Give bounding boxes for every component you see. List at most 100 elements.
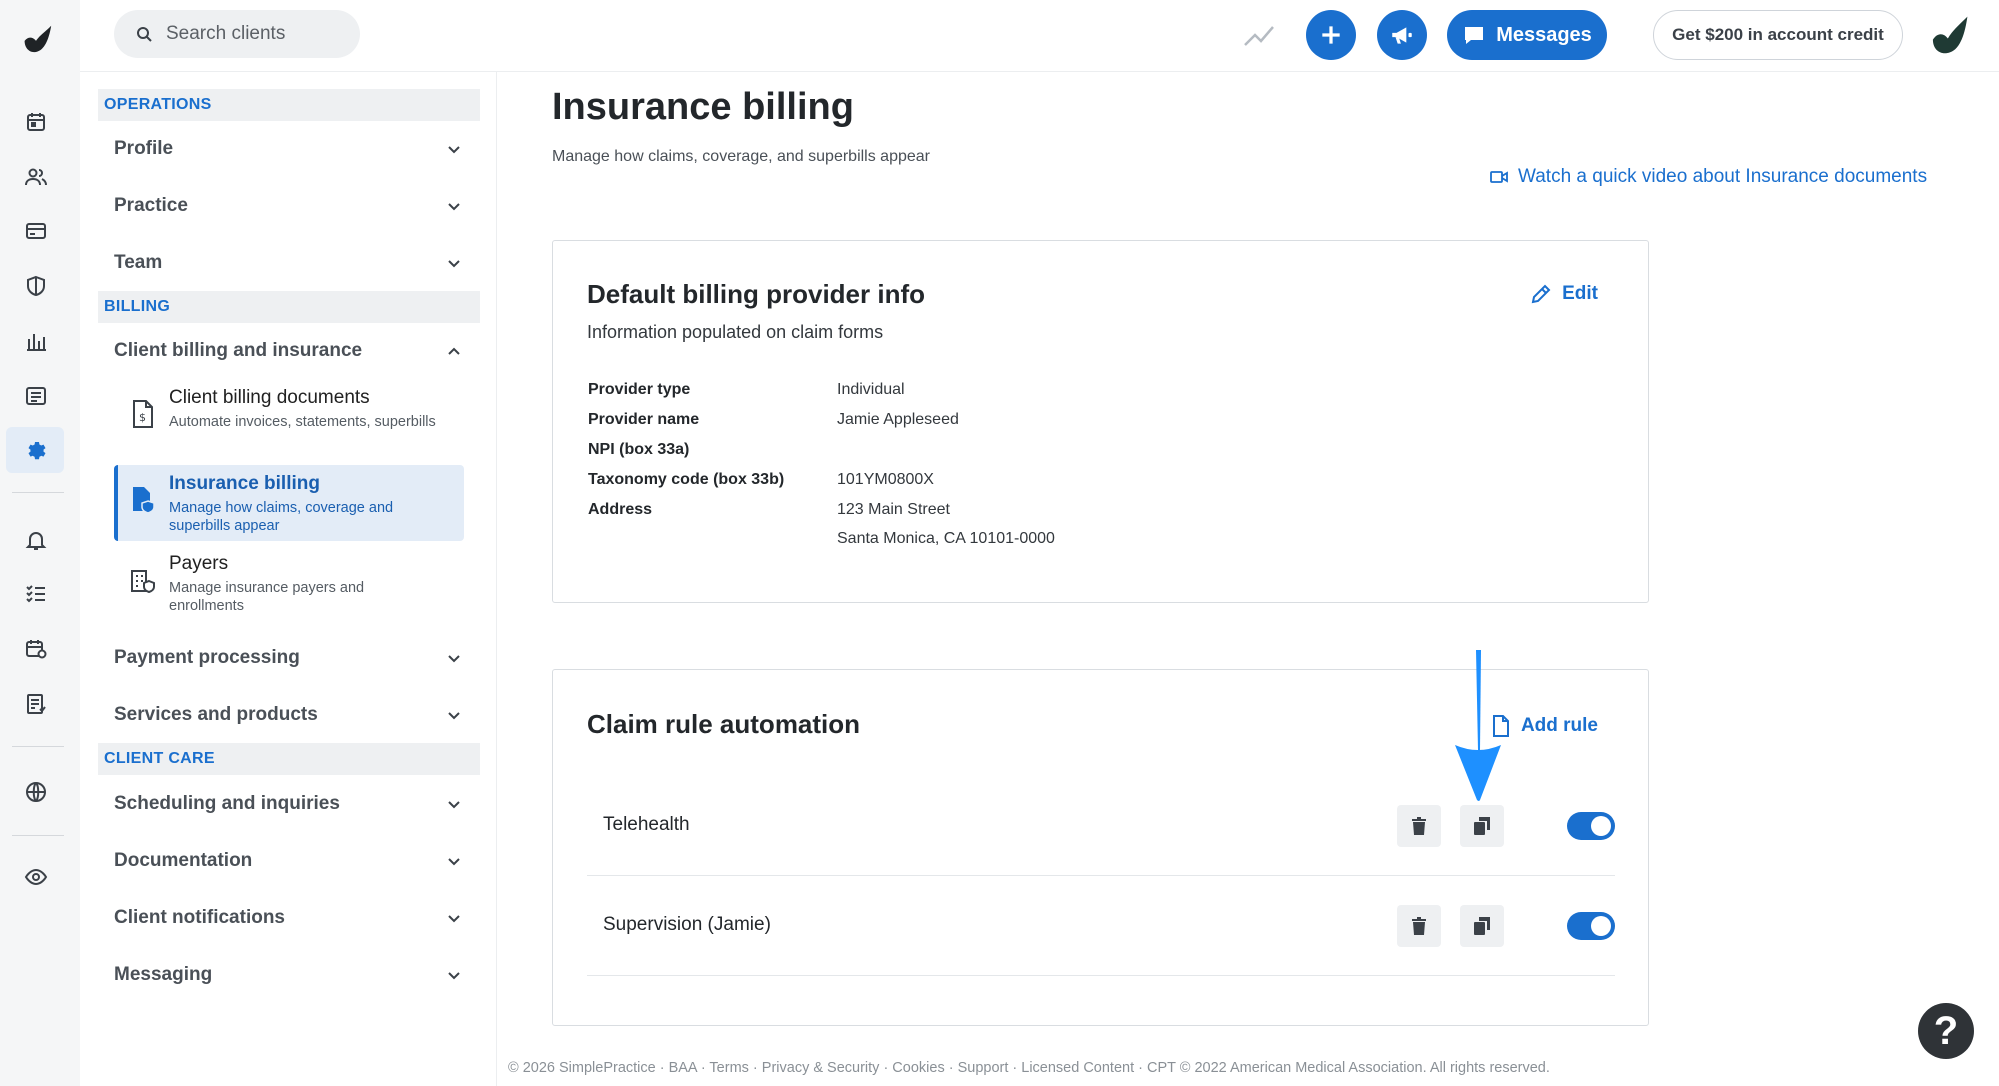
search-input[interactable]	[166, 23, 346, 45]
watch-video-link[interactable]: Watch a quick video about Insurance docu…	[1490, 166, 1927, 188]
sub-item-payers[interactable]: Payers Manage insurance payers and enrol…	[114, 545, 464, 621]
sub-item-desc: Manage how claims, coverage and superbil…	[169, 500, 394, 534]
info-value: 123 Main Street	[837, 501, 950, 518]
account-logo-icon[interactable]	[1926, 12, 1972, 58]
add-rule-label: Add rule	[1520, 715, 1598, 736]
nav-documentation-label: Documentation	[114, 850, 253, 871]
icon-rail	[0, 0, 80, 1086]
billing-card-icon[interactable]	[16, 211, 56, 251]
insurance-document-icon	[133, 487, 155, 514]
notifications-bell-icon[interactable]	[16, 520, 56, 560]
megaphone-icon	[1392, 27, 1412, 44]
info-value: Santa Monica, CA 10101-0000	[837, 530, 1055, 547]
chat-bubble-icon	[1465, 27, 1484, 44]
delete-rule-button[interactable]	[1397, 805, 1441, 847]
messages-button[interactable]: Messages	[1447, 10, 1607, 60]
info-label: Provider name	[588, 411, 700, 428]
edit-label: Edit	[1562, 283, 1598, 304]
duplicate-rule-button[interactable]	[1460, 905, 1504, 947]
trend-chart-icon[interactable]	[1242, 20, 1276, 50]
chevron-down-icon	[448, 146, 460, 154]
calendar-icon[interactable]	[16, 102, 56, 142]
notes-document-icon[interactable]	[16, 684, 56, 724]
chevron-down-icon	[448, 203, 460, 211]
info-label: NPI (box 33a)	[588, 441, 690, 458]
rule-enabled-toggle[interactable]	[1567, 912, 1615, 940]
create-button[interactable]	[1306, 10, 1356, 60]
announcements-button[interactable]	[1377, 10, 1427, 60]
sub-item-insurance-billing[interactable]: Insurance billing Manage how claims, cov…	[114, 465, 464, 541]
analytics-icon[interactable]	[16, 321, 56, 361]
insurance-shield-icon[interactable]	[16, 266, 56, 306]
rule-name: Telehealth	[603, 814, 690, 835]
calendar-settings-icon[interactable]	[16, 629, 56, 669]
info-value: Individual	[837, 381, 905, 398]
search-icon	[137, 27, 152, 42]
activity-list-icon[interactable]	[16, 376, 56, 416]
logo-icon[interactable]	[17, 20, 55, 58]
nav-documentation[interactable]: Documentation	[114, 841, 466, 881]
globe-icon[interactable]	[16, 772, 56, 812]
trash-icon	[1412, 817, 1426, 835]
nav-messaging-label: Messaging	[114, 964, 213, 985]
sub-item-client-billing-documents[interactable]: $ Client billing documents Automate invo…	[114, 379, 464, 455]
nav-scheduling-inquiries[interactable]: Scheduling and inquiries	[114, 784, 466, 824]
sub-item-desc: Automate invoices, statements, superbill…	[169, 414, 436, 430]
copy-icon	[1474, 917, 1490, 935]
settings-gear-icon[interactable]	[6, 427, 64, 473]
trash-icon	[1412, 917, 1426, 935]
chevron-up-icon	[448, 347, 460, 355]
plus-icon	[1322, 26, 1340, 44]
settings-sidebar: OPERATIONS Profile Practice Team BILLING…	[80, 72, 497, 1086]
nav-practice-label: Practice	[114, 195, 188, 216]
svg-text:$: $	[139, 411, 146, 424]
nav-practice[interactable]: Practice	[114, 186, 466, 226]
help-button[interactable]: ?	[1918, 1003, 1974, 1059]
chevron-down-icon	[448, 712, 460, 720]
nav-client-notifications[interactable]: Client notifications	[114, 898, 466, 938]
annotation-arrow-icon	[1455, 650, 1501, 801]
nav-payment-processing[interactable]: Payment processing	[114, 638, 466, 678]
search-box[interactable]	[114, 10, 360, 58]
sub-item-title: Payers	[169, 553, 229, 574]
page-title: Insurance billing	[552, 86, 854, 128]
nav-team[interactable]: Team	[114, 243, 466, 283]
rail-divider	[12, 835, 64, 836]
eye-icon[interactable]	[16, 857, 56, 897]
billing-provider-card: Default billing provider info Informatio…	[552, 240, 1649, 603]
card-subtitle: Information populated on claim forms	[587, 322, 884, 342]
chevron-down-icon	[448, 915, 460, 923]
info-label: Provider type	[588, 381, 691, 398]
section-billing: BILLING	[98, 291, 480, 323]
nav-messaging[interactable]: Messaging	[114, 955, 466, 995]
edit-provider-button[interactable]: Edit	[1530, 283, 1598, 305]
rule-row-supervision: Supervision (Jamie)	[587, 876, 1615, 976]
nav-profile-label: Profile	[114, 138, 174, 159]
sub-item-title: Insurance billing	[169, 473, 320, 494]
rail-divider	[12, 492, 64, 493]
duplicate-rule-button[interactable]	[1460, 805, 1504, 847]
nav-services-products-label: Services and products	[114, 704, 318, 725]
rule-enabled-toggle[interactable]	[1567, 812, 1615, 840]
sub-item-title: Client billing documents	[169, 387, 370, 408]
nav-payment-processing-label: Payment processing	[114, 647, 300, 668]
chevron-down-icon	[448, 655, 460, 663]
account-credit-button[interactable]: Get $200 in account credit	[1653, 10, 1903, 60]
video-camera-icon	[1490, 171, 1508, 183]
nav-profile[interactable]: Profile	[114, 129, 466, 169]
info-label: Taxonomy code (box 33b)	[588, 471, 785, 488]
nav-scheduling-inquiries-label: Scheduling and inquiries	[114, 793, 340, 814]
tasks-checklist-icon[interactable]	[16, 573, 56, 613]
nav-client-billing-insurance[interactable]: Client billing and insurance	[114, 331, 466, 371]
clients-icon[interactable]	[16, 157, 56, 197]
footer: © 2026 SimplePractice · BAA · Terms · Pr…	[508, 1060, 1550, 1076]
section-client-care: CLIENT CARE	[98, 743, 480, 775]
info-value: Jamie Appleseed	[837, 411, 959, 428]
nav-client-billing-insurance-label: Client billing and insurance	[114, 340, 363, 361]
chevron-down-icon	[448, 858, 460, 866]
invoice-document-icon: $	[133, 400, 153, 428]
delete-rule-button[interactable]	[1397, 905, 1441, 947]
nav-team-label: Team	[114, 252, 163, 273]
nav-services-products[interactable]: Services and products	[114, 695, 466, 735]
page-subtitle: Manage how claims, coverage, and superbi…	[552, 148, 930, 165]
